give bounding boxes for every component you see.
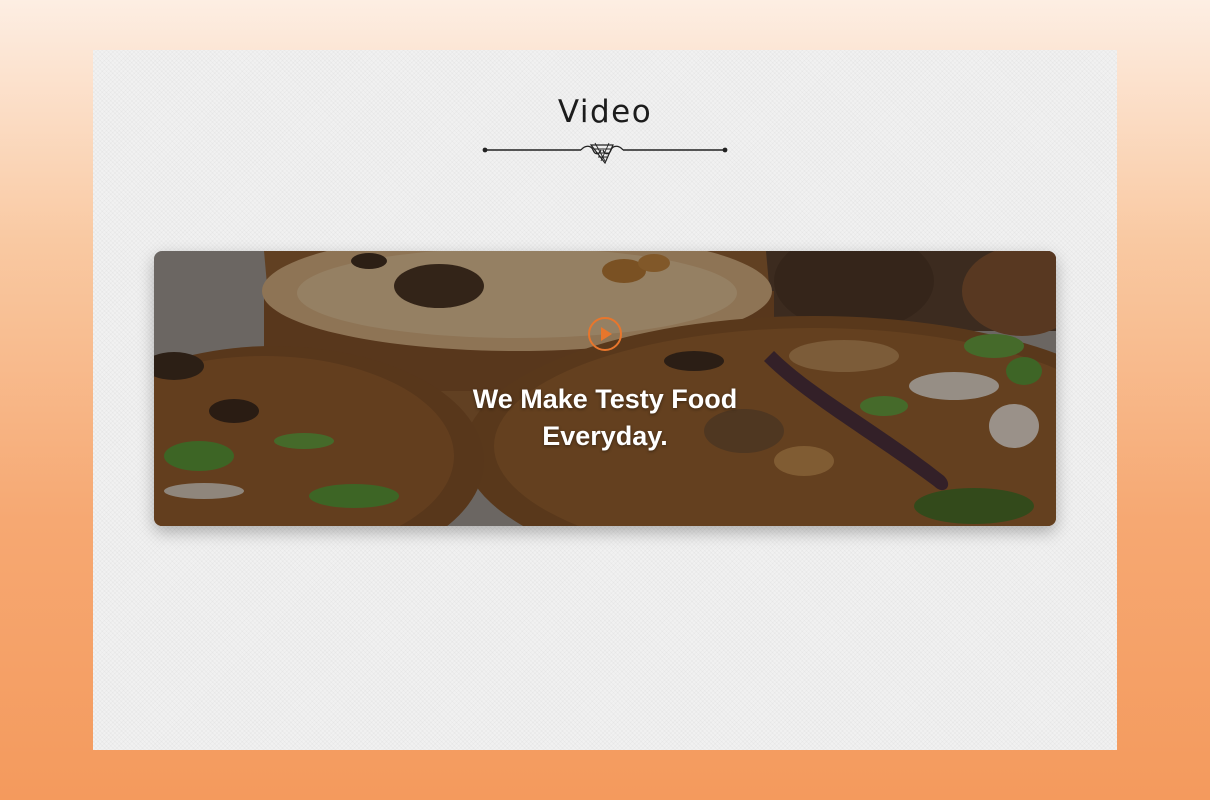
- video-section: Video We Make Testy Food Everyday.: [93, 50, 1117, 750]
- play-icon: [601, 327, 612, 341]
- video-heading: We Make Testy Food Everyday.: [472, 384, 738, 451]
- ornament-divider-icon: [482, 142, 728, 165]
- play-button[interactable]: [588, 317, 622, 351]
- section-title: Video: [557, 94, 653, 130]
- video-banner[interactable]: We Make Testy Food Everyday.: [154, 251, 1056, 526]
